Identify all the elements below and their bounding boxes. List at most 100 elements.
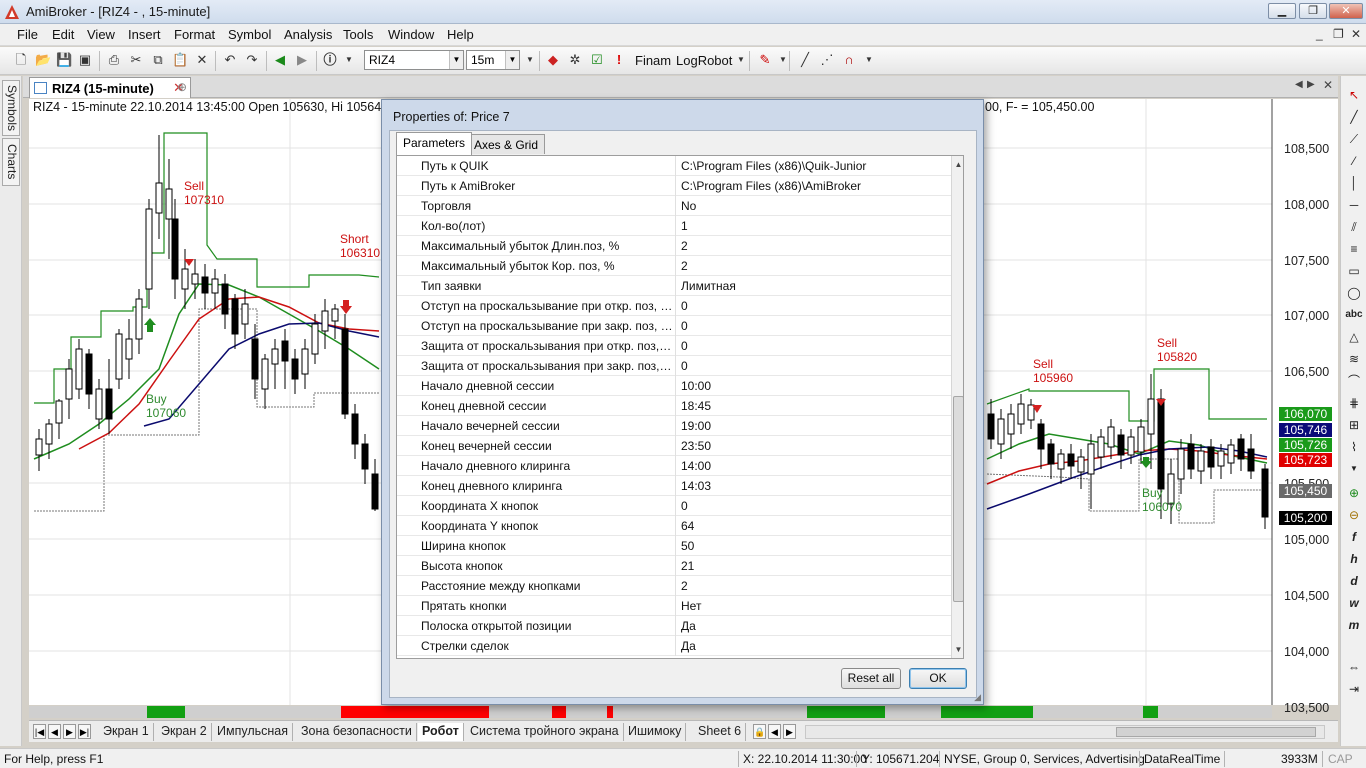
tool-d-icon[interactable]: d (1345, 572, 1363, 590)
tab-axes-grid[interactable]: Axes & Grid (467, 134, 546, 154)
param-row[interactable]: Защита от проскальзывания при откр. поз,… (397, 336, 953, 356)
sheet-tab[interactable]: Система тройного экрана (466, 723, 624, 741)
symbol-combo[interactable]: RIZ4 ▼ (364, 50, 464, 70)
tool-h-icon[interactable]: h (1345, 550, 1363, 568)
param-row[interactable]: Конец дневного клиринга 14:03 (397, 476, 953, 496)
param-row[interactable]: Торговля No (397, 196, 953, 216)
gann-icon[interactable]: ⊞ (1345, 416, 1363, 434)
rectangle-icon[interactable]: ▭ (1345, 262, 1363, 280)
parallel-lines-icon[interactable]: ⫽ (1345, 218, 1363, 236)
sheet-tab[interactable]: Экран 1 (99, 723, 154, 741)
new-file-icon[interactable]: 🗋 (13, 52, 29, 68)
mdi-minimize-button[interactable]: _ (1316, 27, 1323, 41)
param-row[interactable]: Координата Y кнопок 64 (397, 516, 953, 536)
sheet-tab[interactable]: Экран 2 (157, 723, 212, 741)
param-row[interactable]: Конец дневной сессии 18:45 (397, 396, 953, 416)
tool-f-icon[interactable]: f (1345, 528, 1363, 546)
save-all-icon[interactable]: ▣ (77, 52, 93, 68)
param-row[interactable]: Максимальный убыток Длин.поз, % 2 (397, 236, 953, 256)
param-row[interactable]: Путь к AmiBroker C:\Program Files (x86)\A… (397, 176, 953, 196)
trendline-icon[interactable]: ╱ (1345, 108, 1363, 126)
param-value[interactable]: No (681, 199, 696, 213)
print-icon[interactable]: ⎙ (106, 52, 122, 68)
param-value[interactable]: 0 (681, 319, 688, 333)
param-value[interactable]: 14:03 (681, 479, 711, 493)
triangle-icon[interactable]: △ (1345, 328, 1363, 346)
param-row[interactable]: Защита от проскальзывания при закр. поз,… (397, 356, 953, 376)
new-tab-icon[interactable]: ⊕ (177, 80, 187, 94)
menu-insert[interactable]: Insert (128, 27, 161, 42)
sheet-tab-active[interactable]: Робот (418, 723, 464, 741)
tool-m-icon[interactable]: m (1345, 616, 1363, 634)
interval-combo[interactable]: 15m ▼ (466, 50, 520, 70)
cut-icon[interactable]: ✂ (128, 52, 144, 68)
ok-button[interactable]: OK (909, 668, 967, 689)
fibonacci-icon[interactable]: ≋ (1345, 350, 1363, 368)
scrollbar-thumb[interactable] (1116, 727, 1316, 737)
last-sheet-icon[interactable]: ▶| (78, 724, 91, 739)
menu-format[interactable]: Format (174, 27, 215, 42)
param-row[interactable]: Стрелки сделок Да (397, 636, 953, 656)
param-value[interactable]: Да (681, 619, 696, 633)
param-value[interactable]: 2 (681, 239, 688, 253)
param-row[interactable]: Отступ на проскальзывание при откр. поз,… (397, 296, 953, 316)
param-value[interactable]: 21 (681, 559, 694, 573)
menu-window[interactable]: Window (388, 27, 434, 42)
fib-fan-icon[interactable]: ⋕ (1345, 394, 1363, 412)
param-row[interactable]: Начало дневной сессии 10:00 (397, 376, 953, 396)
param-value[interactable]: Лимитная (681, 279, 736, 293)
param-row[interactable]: Кол-во(лот) 1 (397, 216, 953, 236)
back-arrow-icon[interactable]: ◀ (272, 52, 288, 68)
alert-icon[interactable]: ! (611, 52, 627, 68)
chevron-down-icon[interactable]: ▼ (505, 51, 519, 69)
param-row[interactable]: Максимальный убыток Кор. поз, % 2 (397, 256, 953, 276)
zoom-in-icon[interactable]: ⊕ (1345, 484, 1363, 502)
param-value[interactable]: 1 (681, 219, 688, 233)
undo-icon[interactable]: ↶ (222, 52, 238, 68)
scroll-down-icon[interactable]: ▼ (952, 643, 963, 656)
chevron-down-icon[interactable]: ▼ (341, 52, 357, 68)
param-value[interactable]: C:\Program Files (x86)\AmiBroker (681, 179, 861, 193)
tab-scroll-left-icon[interactable]: ◀ (1295, 79, 1303, 90)
param-value[interactable]: 23:50 (681, 439, 711, 453)
sheet-tab[interactable]: Ишимоку (624, 723, 687, 741)
param-value[interactable]: 64 (681, 519, 694, 533)
channel-icon[interactable]: ≡ (1345, 240, 1363, 258)
param-value[interactable]: 2 (681, 259, 688, 273)
pen-color-icon[interactable]: ✎ (757, 52, 773, 68)
chevron-down-icon[interactable]: ▼ (449, 51, 463, 69)
close-button[interactable]: ✕ (1329, 3, 1363, 19)
param-value[interactable]: 19:00 (681, 419, 711, 433)
logrobot-button[interactable]: LogRobot (676, 53, 732, 68)
param-value[interactable]: 50 (681, 539, 694, 553)
save-icon[interactable]: 💾 (56, 52, 72, 68)
dotted-line-icon[interactable]: ⋰ (819, 52, 835, 68)
param-value[interactable]: 14:00 (681, 459, 711, 473)
tab-scroll-right-icon[interactable]: ▶ (1307, 79, 1315, 90)
zigzag-icon[interactable]: ⌇ (1345, 438, 1363, 456)
forward-arrow-icon[interactable]: ▶ (294, 52, 310, 68)
magnet-icon[interactable]: ∩ (841, 52, 857, 68)
open-folder-icon[interactable]: 📂 (35, 52, 51, 68)
extended-line-icon[interactable]: ⁄ (1345, 152, 1363, 170)
param-value[interactable]: 0 (681, 359, 688, 373)
cursor-icon[interactable]: ↖ (1345, 86, 1363, 104)
scroll-up-icon[interactable]: ▲ (952, 158, 963, 171)
zoom-fit-icon[interactable]: ⇔ (1345, 658, 1363, 676)
param-row[interactable]: Высота кнопок 21 (397, 556, 953, 576)
first-sheet-icon[interactable]: |◀ (33, 724, 46, 739)
restore-button[interactable]: ❐ (1299, 3, 1327, 19)
tools-icon[interactable]: ✲ (567, 52, 583, 68)
next-sheet-icon[interactable]: ▶ (63, 724, 76, 739)
ellipse-icon[interactable]: ◯ (1345, 284, 1363, 302)
sheet-tab[interactable]: Sheet 6 (694, 723, 747, 741)
param-row[interactable]: Отступ на проскальзывание при закр. поз,… (397, 316, 953, 336)
sheet-scroll-right-icon[interactable]: ▶ (783, 724, 796, 739)
param-row[interactable]: Начало вечерней сессии 19:00 (397, 416, 953, 436)
finam-button[interactable]: Finam (635, 53, 671, 68)
param-row[interactable]: Путь к QUIK C:\Program Files (x86)\Quik-J… (397, 156, 953, 176)
param-row[interactable]: Тип заявки Лимитная (397, 276, 953, 296)
resize-grip-icon[interactable]: ◢ (974, 692, 981, 703)
param-value[interactable]: 2 (681, 579, 688, 593)
line-tool-icon[interactable]: ╱ (797, 52, 813, 68)
